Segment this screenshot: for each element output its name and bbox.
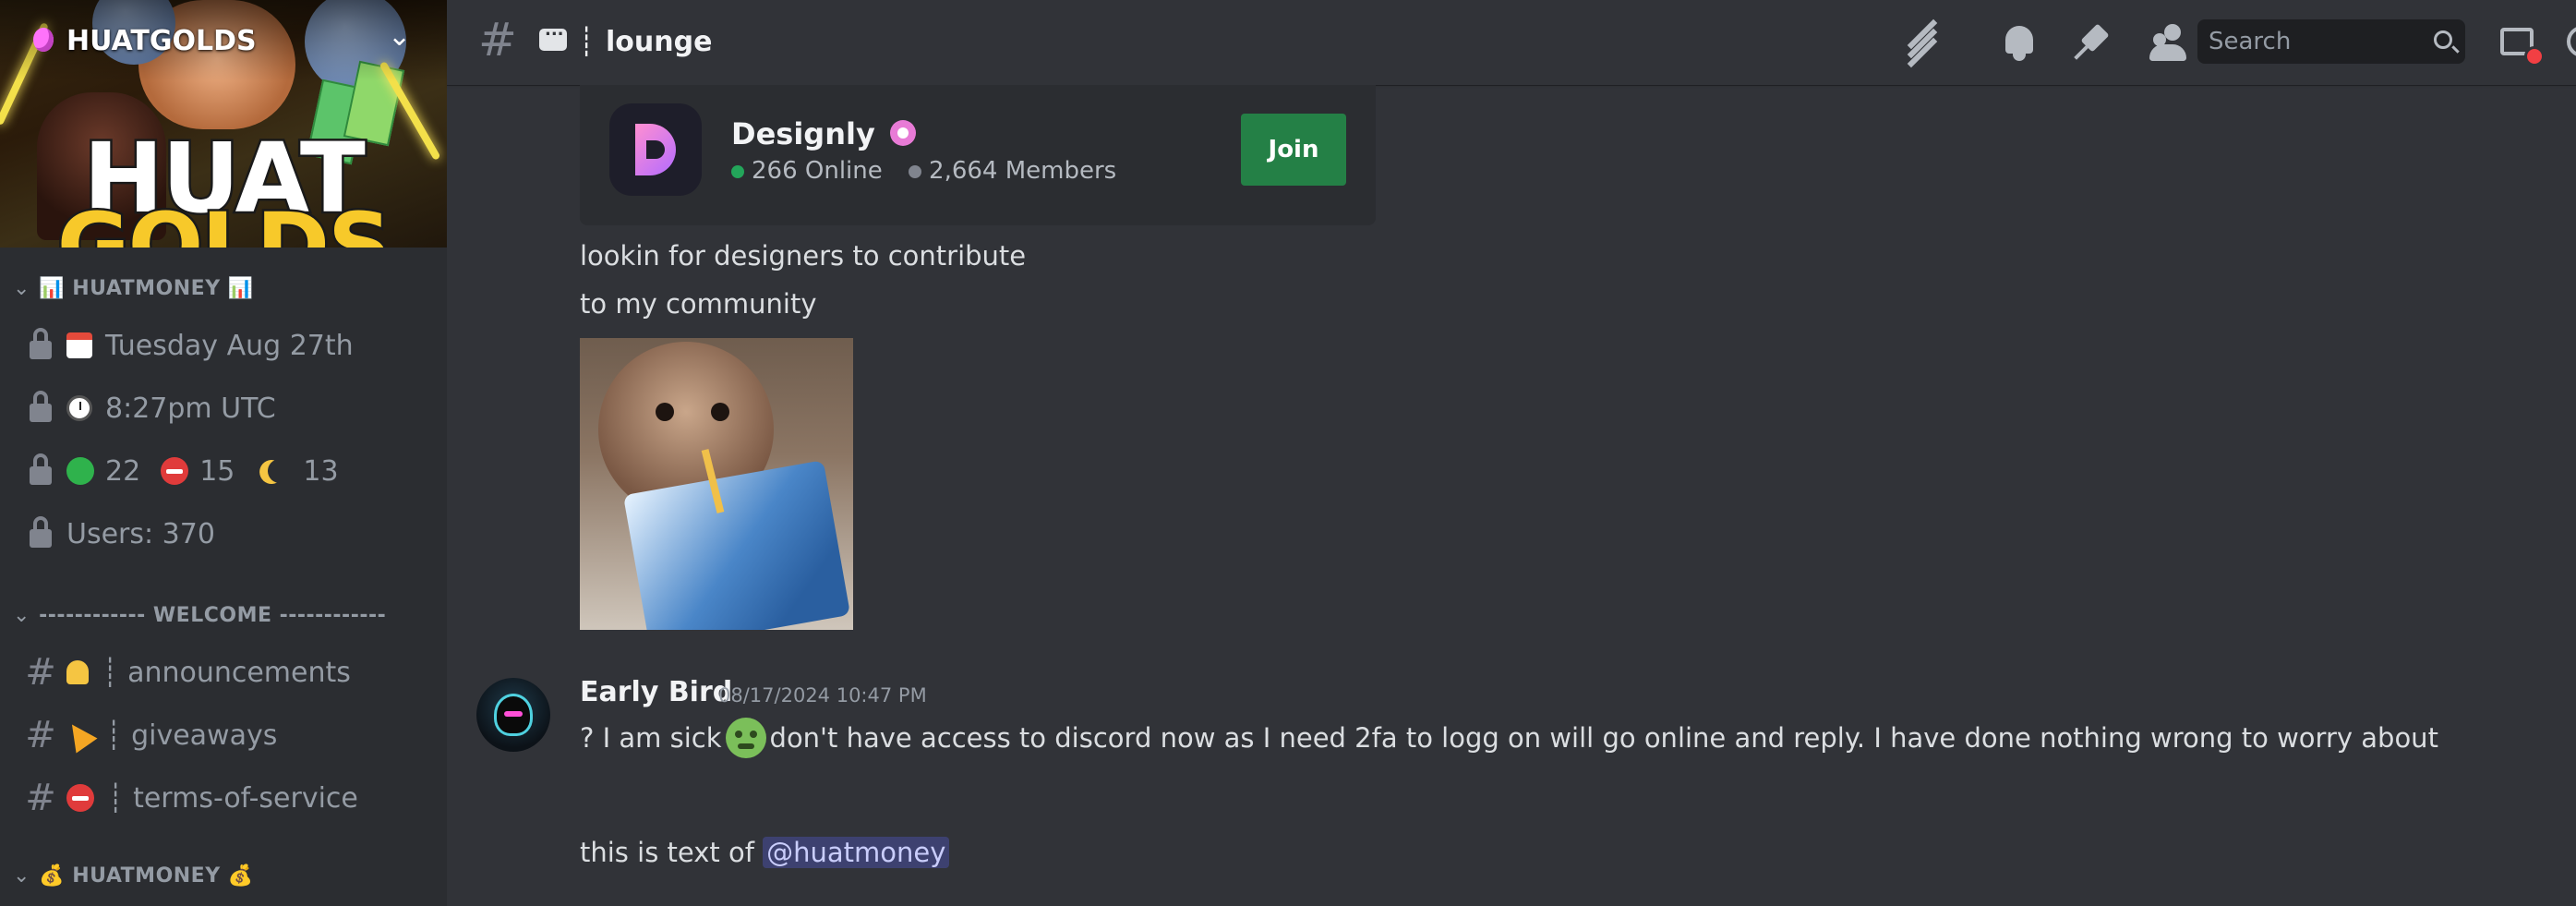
message-text-part: don't have access to discord now as I ne… <box>769 722 2438 754</box>
clock-icon <box>66 395 92 421</box>
message-text: ? I am sick don't have access to discord… <box>580 718 2438 758</box>
money-bag-icon: 💰 <box>39 864 66 888</box>
avatar[interactable] <box>476 678 550 752</box>
monkey-gif-image[interactable] <box>580 338 853 630</box>
help-icon[interactable] <box>2563 22 2576 65</box>
lock-icon <box>30 453 52 487</box>
lock-icon <box>30 328 52 361</box>
category-label: ------------ WELCOME ------------ <box>39 604 387 627</box>
online-count: 22 <box>105 454 141 488</box>
channel-label: 8:27pm UTC <box>105 392 276 425</box>
bell-emoji-icon <box>66 660 89 684</box>
channel-label: announcements <box>127 656 351 689</box>
category-label: HUATMONEY <box>72 864 221 888</box>
boost-icon <box>33 28 54 52</box>
green-circle-icon <box>66 457 94 485</box>
no-entry-icon <box>66 784 94 812</box>
dnd-count: 15 <box>199 454 235 488</box>
no-entry-icon <box>161 457 189 485</box>
hash-icon: # <box>25 714 56 756</box>
channel-label: Tuesday Aug 27th <box>105 329 354 362</box>
server-invite-card: Designly 266 Online 2,664 Members Join <box>580 85 1376 225</box>
members-icon[interactable] <box>2146 22 2188 65</box>
inbox-icon[interactable] <box>2497 22 2545 66</box>
category-huatmoney-2[interactable]: ⌄ 💰 HUATMONEY 💰 <box>13 864 254 888</box>
channel-title: lounge <box>606 26 713 58</box>
channel-terms-of-service[interactable]: # ┊ terms-of-service <box>22 770 434 826</box>
message-text-part: this is text of <box>580 837 754 868</box>
members-dot-icon <box>909 164 922 178</box>
hash-icon: # <box>25 651 56 694</box>
speech-bubble-icon <box>539 20 567 51</box>
message-author[interactable]: Early Bird <box>580 676 732 708</box>
search-placeholder: Search <box>2209 28 2292 55</box>
channel-announcements[interactable]: # ┊ announcements <box>22 645 434 700</box>
invite-members: 2,664 Members <box>929 157 1117 185</box>
channel-separator: ┊ <box>105 719 123 752</box>
chart-icon: 📊 <box>39 277 66 300</box>
channel-users[interactable]: Users: 370 <box>22 506 434 562</box>
channel-separator: ┊ <box>578 26 596 58</box>
invite-server-name[interactable]: Designly <box>731 116 875 151</box>
chevron-down-icon: ⌄ <box>13 277 30 300</box>
message-timestamp: 08/17/2024 10:47 PM <box>718 684 927 707</box>
calendar-icon <box>66 332 92 358</box>
server-sidebar: HUAT GOLDS HUATGOLDS ⌄ ⌄ 📊 HUATMONEY 📊 T… <box>0 0 447 906</box>
message-text-part: ? I am sick <box>580 722 722 754</box>
channel-date[interactable]: Tuesday Aug 27th <box>22 318 434 373</box>
bell-icon[interactable] <box>1998 22 2040 65</box>
category-welcome[interactable]: ⌄ ------------ WELCOME ------------ <box>13 604 386 627</box>
hash-icon: # <box>25 777 56 819</box>
hash-icon: # <box>478 13 517 66</box>
channel-header: # ┊ lounge Search <box>447 0 2576 85</box>
lock-icon <box>30 516 52 550</box>
channel-label: terms-of-service <box>133 781 358 815</box>
chevron-down-icon: ⌄ <box>13 604 30 627</box>
channel-time[interactable]: 8:27pm UTC <box>22 381 434 436</box>
sick-face-emoji-icon[interactable] <box>725 718 766 758</box>
server-header[interactable]: HUATGOLDS ⌄ <box>0 0 447 81</box>
channel-label: giveaways <box>131 719 278 752</box>
category-label: HUATMONEY <box>72 277 221 300</box>
channel-status-counts[interactable]: 22 15 13 <box>22 443 434 499</box>
idle-count: 13 <box>303 454 339 488</box>
message-text: lookin for designers to contribute <box>580 240 1027 272</box>
banner-wordmark: GOLDS <box>54 192 393 248</box>
money-bag-icon: 💰 <box>227 864 254 888</box>
invite-stats: 266 Online 2,664 Members <box>731 157 1116 185</box>
category-huatmoney[interactable]: ⌄ 📊 HUATMONEY 📊 <box>13 277 254 300</box>
party-popper-icon <box>61 717 98 754</box>
threads-icon[interactable] <box>1900 18 1943 68</box>
moon-icon <box>265 455 295 486</box>
chevron-down-icon[interactable]: ⌄ <box>388 20 411 53</box>
chevron-down-icon: ⌄ <box>13 864 30 888</box>
partner-badge-icon <box>890 120 916 146</box>
chart-icon: 📊 <box>227 277 254 300</box>
server-name: HUATGOLDS <box>66 25 257 57</box>
designly-server-icon[interactable] <box>609 103 702 196</box>
message-text: to my community <box>580 288 817 320</box>
message-list: Designly 266 Online 2,664 Members Join l… <box>447 85 2576 906</box>
channel-label: Users: 370 <box>66 517 215 550</box>
pin-icon[interactable] <box>2074 22 2116 65</box>
search-icon <box>2434 30 2452 49</box>
channel-separator: ┊ <box>107 781 125 815</box>
channel-giveaways[interactable]: # ┊ giveaways <box>22 707 434 763</box>
channel-separator: ┊ <box>102 656 119 689</box>
lock-icon <box>30 391 52 424</box>
user-mention[interactable]: @huatmoney <box>763 837 950 868</box>
online-dot-icon <box>731 164 744 178</box>
message-text: this is text of @huatmoney <box>580 837 950 868</box>
join-button[interactable]: Join <box>1241 114 1346 186</box>
invite-online: 266 Online <box>752 157 883 185</box>
search-input[interactable]: Search <box>2197 19 2465 64</box>
